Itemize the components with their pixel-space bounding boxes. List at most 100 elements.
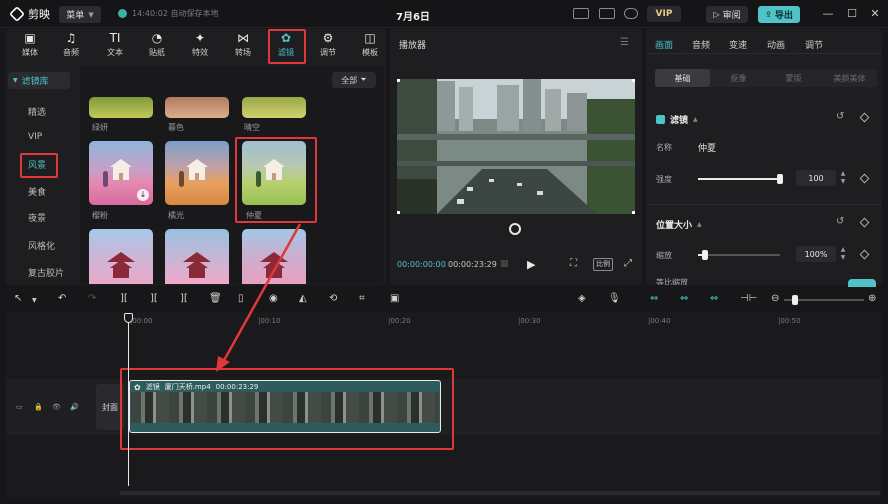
zoom-out-icon[interactable]: ⊖: [771, 293, 779, 304]
subtab-basic[interactable]: 基础: [655, 69, 710, 87]
reset-icon[interactable]: ↺: [836, 111, 844, 122]
split-view-icon[interactable]: ⊣⊢: [740, 293, 757, 304]
resize-handle[interactable]: [632, 79, 635, 82]
link-audio-icon[interactable]: ⇔: [680, 293, 688, 304]
select-cursor-icon[interactable]: ↖: [14, 293, 22, 304]
tab-effects[interactable]: ✦ 特效: [180, 32, 220, 62]
scale-stepper[interactable]: ▲ ▼: [838, 246, 848, 262]
tab-animation[interactable]: 动画: [767, 38, 785, 51]
zoom-slider[interactable]: [784, 295, 864, 305]
filter-thumb-juguang[interactable]: [165, 141, 229, 205]
strength-input[interactable]: 100: [796, 170, 836, 186]
subtab-mask[interactable]: 蒙版: [766, 69, 821, 87]
reverse-icon[interactable]: ◉: [269, 293, 278, 304]
auto-keyframe-icon[interactable]: ◈: [578, 293, 586, 304]
category-stylized[interactable]: 风格化: [14, 236, 72, 254]
category-featured[interactable]: 精选: [14, 102, 72, 120]
category-food[interactable]: 美食: [14, 182, 72, 200]
delete-icon[interactable]: 🗑: [209, 293, 222, 304]
zoom-slider-knob[interactable]: [792, 295, 798, 305]
preview-axis-icon[interactable]: ⇔: [710, 293, 718, 304]
subtab-cutout[interactable]: 抠像: [711, 69, 766, 87]
filter-thumb-pagoda-1[interactable]: [89, 229, 153, 284]
freeze-icon[interactable]: ▯: [238, 293, 244, 304]
filter-thumb-muse[interactable]: [165, 97, 229, 118]
undo-icon[interactable]: ↶: [58, 293, 66, 304]
download-icon[interactable]: ↓: [137, 189, 149, 201]
split-right-icon[interactable]: ][: [180, 293, 188, 304]
tab-text[interactable]: TI 文本: [95, 32, 135, 62]
tab-template[interactable]: ◫ 模板: [350, 32, 390, 62]
tab-adjust[interactable]: ⚙ 调节: [308, 32, 348, 62]
mirror-icon[interactable]: ◭: [299, 293, 307, 304]
layout-icon[interactable]: [599, 8, 615, 19]
export-button[interactable]: ⇪ 导出: [758, 6, 800, 23]
strength-stepper[interactable]: ▲ ▼: [838, 170, 848, 186]
minimize-icon[interactable]: —: [821, 7, 835, 20]
playhead-handle[interactable]: [124, 313, 133, 323]
filter-thumb-pagoda-3[interactable]: [242, 229, 306, 284]
category-night[interactable]: 夜景: [14, 208, 72, 226]
category-vip[interactable]: VIP: [14, 128, 72, 146]
chevron-down-icon[interactable]: ▼: [32, 297, 37, 304]
menu-icon[interactable]: ☰: [620, 37, 629, 48]
eye-icon[interactable]: 👁: [52, 403, 61, 411]
subtab-beauty[interactable]: 美颜美体: [822, 69, 877, 87]
timeline-scrollbar[interactable]: [120, 491, 880, 495]
resize-handle[interactable]: [397, 211, 400, 214]
keyboard-icon[interactable]: [573, 8, 589, 19]
vip-badge[interactable]: VIP: [647, 6, 681, 22]
uniform-scale-toggle[interactable]: [848, 279, 876, 287]
resize-handle[interactable]: [632, 211, 635, 214]
tab-transition[interactable]: ⋈ 转场: [223, 32, 263, 62]
split-left-icon[interactable]: ][: [150, 293, 158, 304]
rotate-icon[interactable]: ⟲: [329, 293, 337, 304]
playhead[interactable]: [128, 314, 129, 486]
all-filter-dropdown[interactable]: 全部 ⏷: [332, 72, 376, 88]
grid-icon[interactable]: ▦: [500, 259, 509, 269]
filter-enable-checkbox[interactable]: [656, 115, 665, 124]
lock-icon[interactable]: 🔒: [34, 403, 43, 411]
zoom-in-icon[interactable]: ⊕: [868, 293, 876, 304]
scale-slider-knob[interactable]: [701, 250, 708, 260]
menu-button[interactable]: 菜单 ▼: [59, 6, 101, 23]
maximize-icon[interactable]: ☐: [845, 7, 859, 20]
close-icon[interactable]: ✕: [868, 7, 882, 20]
timeline-ruler[interactable]: [118, 314, 878, 328]
settings-icon[interactable]: [624, 8, 638, 19]
link-main-track-icon[interactable]: ⇔: [650, 293, 658, 304]
reset-icon[interactable]: ↺: [836, 216, 844, 227]
redo-icon[interactable]: ↷: [88, 293, 96, 304]
image-icon[interactable]: ▣: [390, 293, 399, 304]
filter-thumb-qingkong[interactable]: [242, 97, 306, 118]
tab-speed[interactable]: 变速: [729, 38, 747, 51]
tab-audio-props[interactable]: 音频: [692, 38, 710, 51]
filter-thumb-lvyan[interactable]: [89, 97, 153, 118]
tab-adjustment[interactable]: 调节: [805, 38, 823, 51]
tab-sticker[interactable]: ◔ 贴纸: [137, 32, 177, 62]
ratio-button[interactable]: 比例: [593, 258, 613, 271]
rotate-handle-icon[interactable]: [509, 223, 521, 235]
resize-handle[interactable]: [397, 79, 400, 82]
category-retro-film[interactable]: 复古胶片: [14, 263, 72, 281]
review-button[interactable]: ▷ 审阅: [706, 6, 748, 23]
video-preview[interactable]: [397, 79, 635, 214]
speaker-icon[interactable]: 🔊: [70, 403, 79, 411]
filter-library-header[interactable]: ▼ 滤镜库: [8, 72, 70, 89]
tab-audio[interactable]: ♫ 音频: [51, 32, 91, 62]
crop-icon[interactable]: ⌗: [359, 293, 365, 304]
filter-thumb-pagoda-2[interactable]: [165, 229, 229, 284]
fullscreen-icon[interactable]: ⤢: [624, 258, 632, 269]
strength-slider[interactable]: [698, 174, 783, 184]
microphone-icon[interactable]: 🎙: [608, 293, 621, 304]
scale-slider[interactable]: [698, 250, 780, 260]
tab-picture[interactable]: 画面: [655, 38, 673, 51]
track-preview-icon[interactable]: ▭: [16, 403, 23, 411]
tab-media[interactable]: ▣ 媒体: [10, 32, 50, 62]
fit-screen-icon[interactable]: ⛶: [570, 258, 577, 269]
play-icon[interactable]: ▶: [527, 258, 535, 271]
split-icon[interactable]: ][: [120, 293, 128, 304]
filter-thumb-yingfen[interactable]: ↓: [89, 141, 153, 205]
scale-input[interactable]: 100%: [796, 246, 836, 262]
strength-slider-knob[interactable]: [777, 174, 783, 184]
